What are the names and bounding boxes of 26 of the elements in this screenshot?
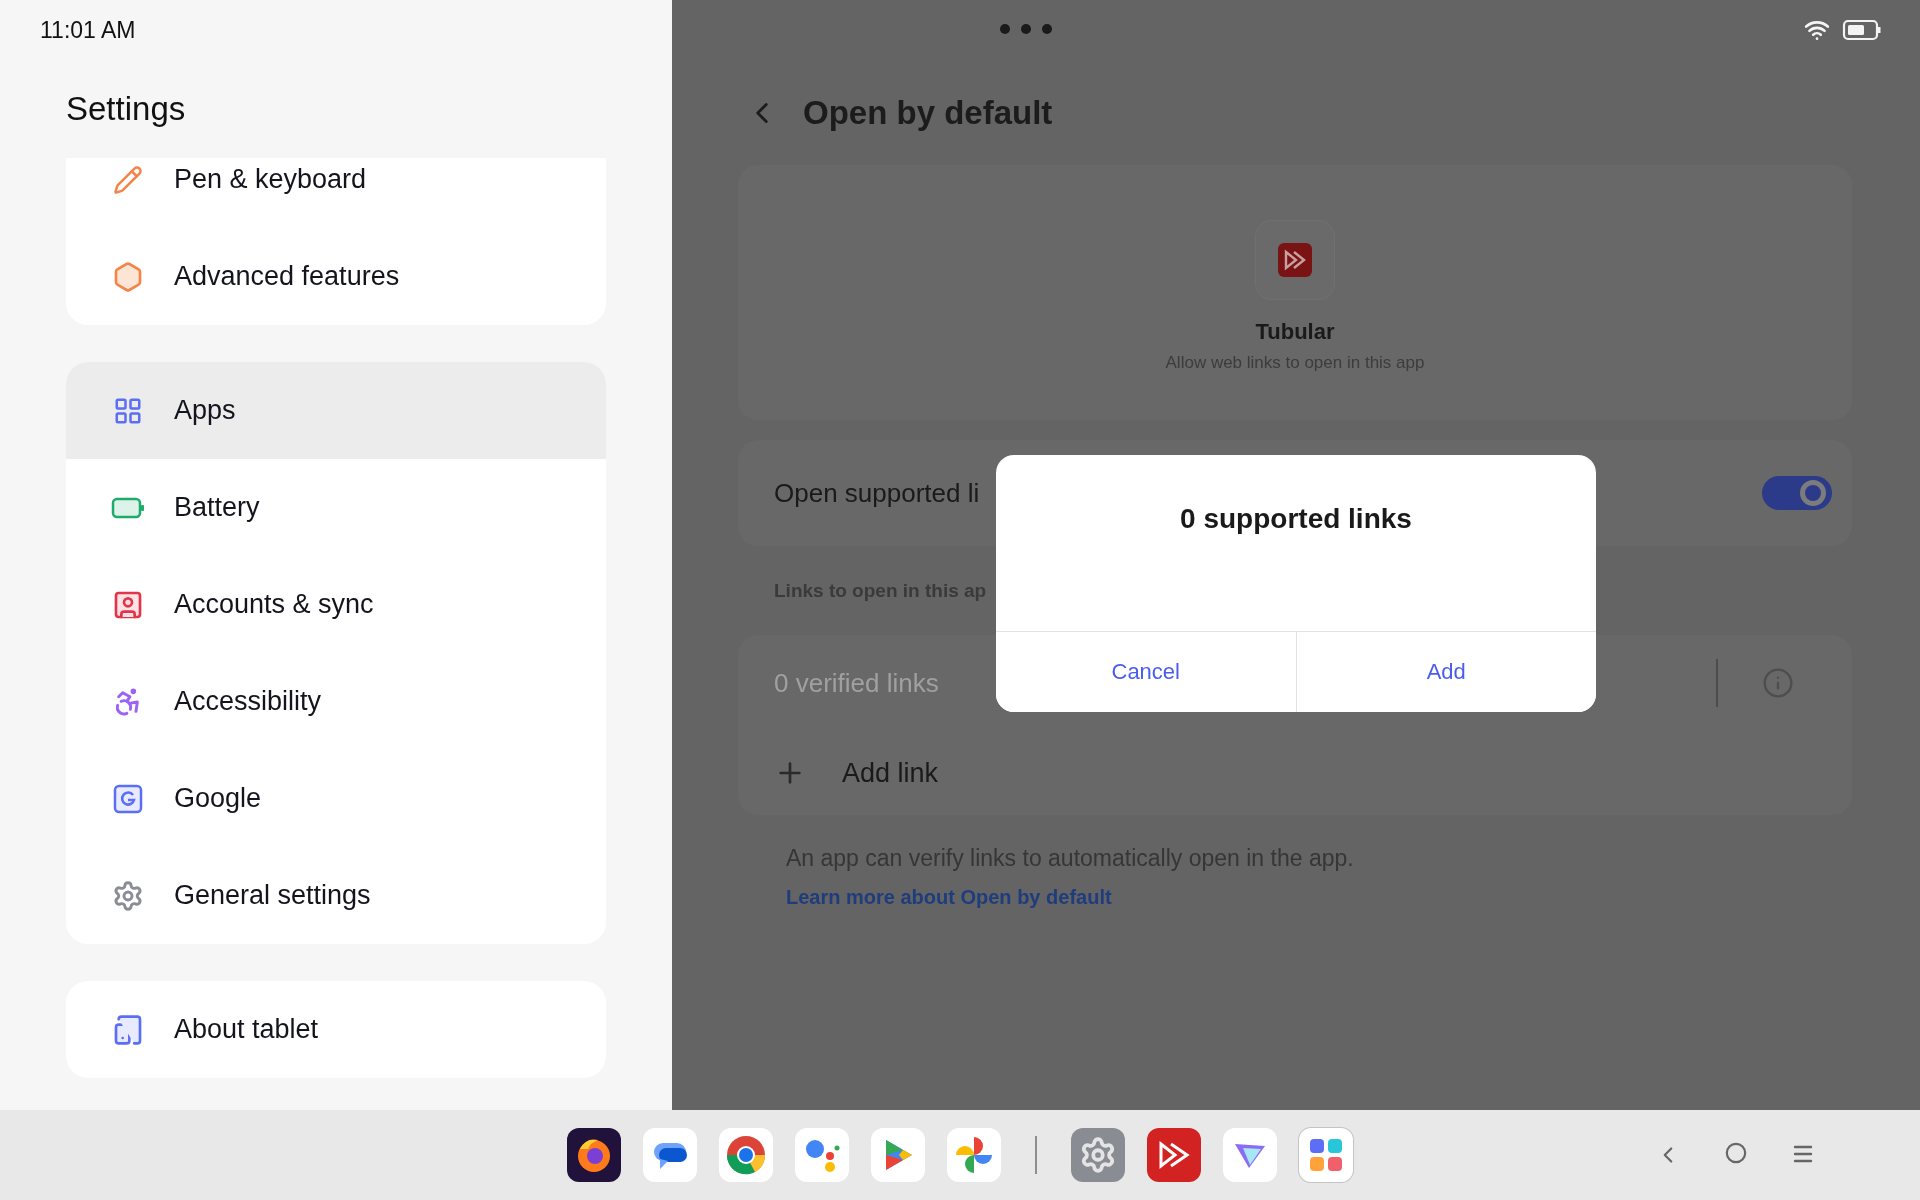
battery-icon bbox=[111, 496, 145, 519]
tubular-play-icon bbox=[1277, 241, 1313, 278]
dots-icon[interactable] bbox=[795, 1128, 849, 1182]
pinwheel-icon[interactable] bbox=[947, 1128, 1001, 1182]
app-name: Tubular bbox=[1255, 318, 1335, 345]
fast-forward-icon[interactable] bbox=[1147, 1128, 1201, 1182]
gear-icon[interactable] bbox=[1071, 1128, 1125, 1182]
fox-logo-icon[interactable] bbox=[567, 1128, 621, 1182]
dialog-button[interactable]: Add bbox=[1295, 632, 1596, 712]
page-title: Open by default bbox=[803, 93, 1053, 132]
toggle-switch[interactable] bbox=[1762, 476, 1832, 510]
settings-icon bbox=[112, 879, 144, 912]
status-time: 11:01 AM bbox=[40, 16, 136, 44]
tablet-icon bbox=[112, 1013, 144, 1046]
dots-icon bbox=[998, 22, 1054, 36]
app-grid-icon[interactable] bbox=[1299, 1128, 1353, 1182]
battery-icon bbox=[1842, 19, 1882, 41]
dialog-title: 0 supported links bbox=[1180, 503, 1412, 536]
pencil-icon bbox=[113, 164, 143, 195]
verified-links-label: 0 verified links bbox=[774, 667, 939, 699]
circle-logo-icon[interactable] bbox=[719, 1128, 773, 1182]
google-icon bbox=[113, 783, 143, 814]
sidebar-title: Settings bbox=[66, 90, 186, 128]
sidebar-item[interactable]: Apps bbox=[66, 362, 606, 459]
setting-label: Open supported li bbox=[774, 477, 980, 509]
chat-bubble-icon[interactable] bbox=[643, 1128, 697, 1182]
